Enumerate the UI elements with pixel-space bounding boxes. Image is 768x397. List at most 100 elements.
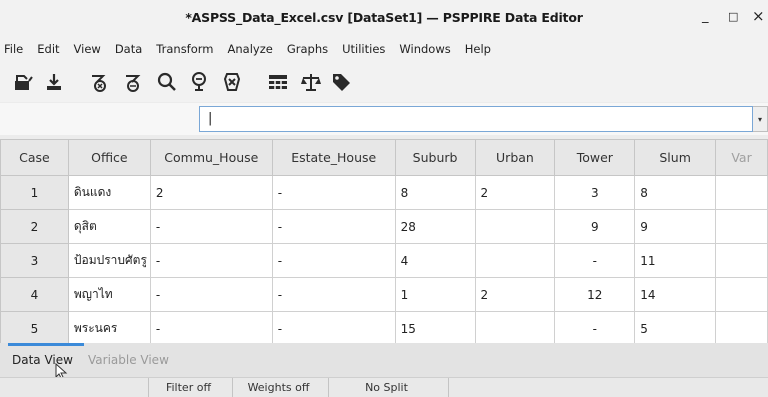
table-cell[interactable]: -	[271, 209, 396, 244]
table-cell[interactable]: ป้อมปราบศัตรู	[67, 243, 151, 278]
column-header-estate-house[interactable]: Estate_House	[271, 139, 396, 176]
table-cell[interactable]: 4	[394, 243, 476, 278]
find-icon[interactable]	[154, 70, 180, 94]
menu-graphs[interactable]: Graphs	[287, 42, 328, 56]
cell-editor-bar: | ▾	[0, 103, 768, 135]
column-header-case[interactable]: Case	[0, 139, 69, 176]
table-cell[interactable]: 1	[394, 277, 476, 312]
table-cell[interactable]: -	[554, 243, 636, 278]
table-cell[interactable]: -	[149, 243, 273, 278]
window-title: *ASPSS_Data_Excel.csv [DataSet1] — PSPPI…	[185, 10, 583, 25]
menu-file[interactable]: File	[4, 42, 23, 56]
table-row: 1 ดินแดง 2 - 8 2 3 8	[0, 175, 768, 210]
status-empty	[448, 378, 768, 397]
case-number[interactable]: 3	[0, 243, 69, 278]
column-header-suburb[interactable]: Suburb	[394, 139, 476, 176]
table-cell[interactable]: 9	[554, 209, 636, 244]
split-status: No Split	[328, 378, 444, 397]
split-file-icon[interactable]	[265, 70, 291, 94]
column-header-slum[interactable]: Slum	[634, 139, 717, 176]
case-number[interactable]: 4	[0, 277, 69, 312]
status-bar: Filter off Weights off No Split	[0, 377, 768, 397]
table-cell[interactable]: -	[271, 277, 396, 312]
table-cell[interactable]: พญาไท	[67, 277, 151, 312]
table-cell[interactable]: 3	[554, 175, 636, 210]
minimize-button[interactable]: _	[702, 9, 709, 24]
status-empty	[0, 378, 148, 397]
table-cell[interactable]: -	[271, 175, 396, 210]
table-cell[interactable]: ดินแดง	[67, 175, 151, 210]
table-cell[interactable]: 14	[634, 277, 717, 312]
toolbar	[0, 62, 768, 102]
table-cell[interactable]: 12	[554, 277, 636, 312]
open-file-icon[interactable]	[10, 70, 36, 94]
table-cell[interactable]: 15	[394, 311, 476, 343]
table-cell[interactable]: 11	[634, 243, 717, 278]
table-cell[interactable]: -	[149, 277, 273, 312]
menu-windows[interactable]: Windows	[399, 42, 450, 56]
menu-view[interactable]: View	[74, 42, 101, 56]
table-cell[interactable]: -	[271, 311, 396, 343]
tab-variable-view[interactable]: Variable View	[88, 353, 169, 367]
table-cell[interactable]	[715, 311, 768, 343]
table-cell[interactable]	[715, 175, 768, 210]
cell-reference-field[interactable]	[4, 106, 194, 132]
table-cell[interactable]	[474, 209, 556, 244]
table-row: 3 ป้อมปราบศัตรู - - 4 - 11	[0, 243, 768, 278]
menu-analyze[interactable]: Analyze	[228, 42, 273, 56]
menu-data[interactable]: Data	[115, 42, 142, 56]
menu-transform[interactable]: Transform	[156, 42, 213, 56]
title-bar: *ASPSS_Data_Excel.csv [DataSet1] — PSPPI…	[0, 0, 768, 36]
column-header-commu-house[interactable]: Commu_House	[149, 139, 273, 176]
table-cell[interactable]: 8	[394, 175, 476, 210]
column-header-office[interactable]: Office	[67, 139, 151, 176]
weights-status: Weights off	[232, 378, 324, 397]
chevron-down-icon[interactable]: ▾	[753, 106, 768, 132]
menu-bar: File Edit View Data Transform Analyze Gr…	[0, 36, 768, 62]
table-cell[interactable]	[715, 209, 768, 244]
table-cell[interactable]	[715, 243, 768, 278]
table-cell[interactable]: 5	[634, 311, 717, 343]
table-cell[interactable]: พระนคร	[67, 311, 151, 343]
data-table: Case Office Commu_House Estate_House Sub…	[0, 139, 768, 343]
case-number[interactable]: 2	[0, 209, 69, 244]
delete-variable-icon[interactable]	[219, 70, 245, 94]
table-cell[interactable]: -	[554, 311, 636, 343]
save-icon[interactable]	[41, 70, 67, 94]
table-cell[interactable]: 2	[474, 277, 556, 312]
weight-cases-icon[interactable]	[298, 70, 324, 94]
column-header-tower[interactable]: Tower	[554, 139, 636, 176]
case-number[interactable]: 5	[0, 311, 69, 343]
table-cell[interactable]: ดุสิต	[67, 209, 151, 244]
menu-help[interactable]: Help	[465, 42, 491, 56]
table-cell[interactable]: 8	[634, 175, 717, 210]
table-cell[interactable]: 2	[474, 175, 556, 210]
goto-case-icon[interactable]	[86, 70, 112, 94]
maximize-button[interactable]: □	[728, 10, 738, 23]
goto-variable-icon[interactable]	[120, 70, 146, 94]
table-cell[interactable]: -	[149, 209, 273, 244]
column-header-var[interactable]: Var	[715, 139, 768, 176]
data-grid: Case Office Commu_House Estate_House Sub…	[0, 139, 768, 343]
table-cell[interactable]	[474, 311, 556, 343]
filter-status: Filter off	[148, 378, 228, 397]
close-button[interactable]: ×	[752, 7, 765, 25]
value-labels-icon[interactable]	[328, 70, 354, 94]
table-cell[interactable]: -	[271, 243, 396, 278]
menu-utilities[interactable]: Utilities	[342, 42, 385, 56]
cell-value-input[interactable]: |	[199, 106, 753, 132]
table-cell[interactable]	[474, 243, 556, 278]
table-row: 4 พญาไท - - 1 2 12 14	[0, 277, 768, 312]
table-cell[interactable]: -	[149, 311, 273, 343]
table-cell[interactable]: 2	[149, 175, 273, 210]
active-tab-indicator	[8, 343, 84, 346]
column-header-urban[interactable]: Urban	[474, 139, 556, 176]
insert-case-icon[interactable]	[186, 70, 212, 94]
table-cell[interactable]: 9	[634, 209, 717, 244]
table-cell[interactable]: 28	[394, 209, 476, 244]
menu-edit[interactable]: Edit	[37, 42, 59, 56]
header-row: Case Office Commu_House Estate_House Sub…	[0, 139, 768, 176]
case-number[interactable]: 1	[0, 175, 69, 210]
table-row: 2 ดุสิต - - 28 9 9	[0, 209, 768, 244]
table-cell[interactable]	[715, 277, 768, 312]
